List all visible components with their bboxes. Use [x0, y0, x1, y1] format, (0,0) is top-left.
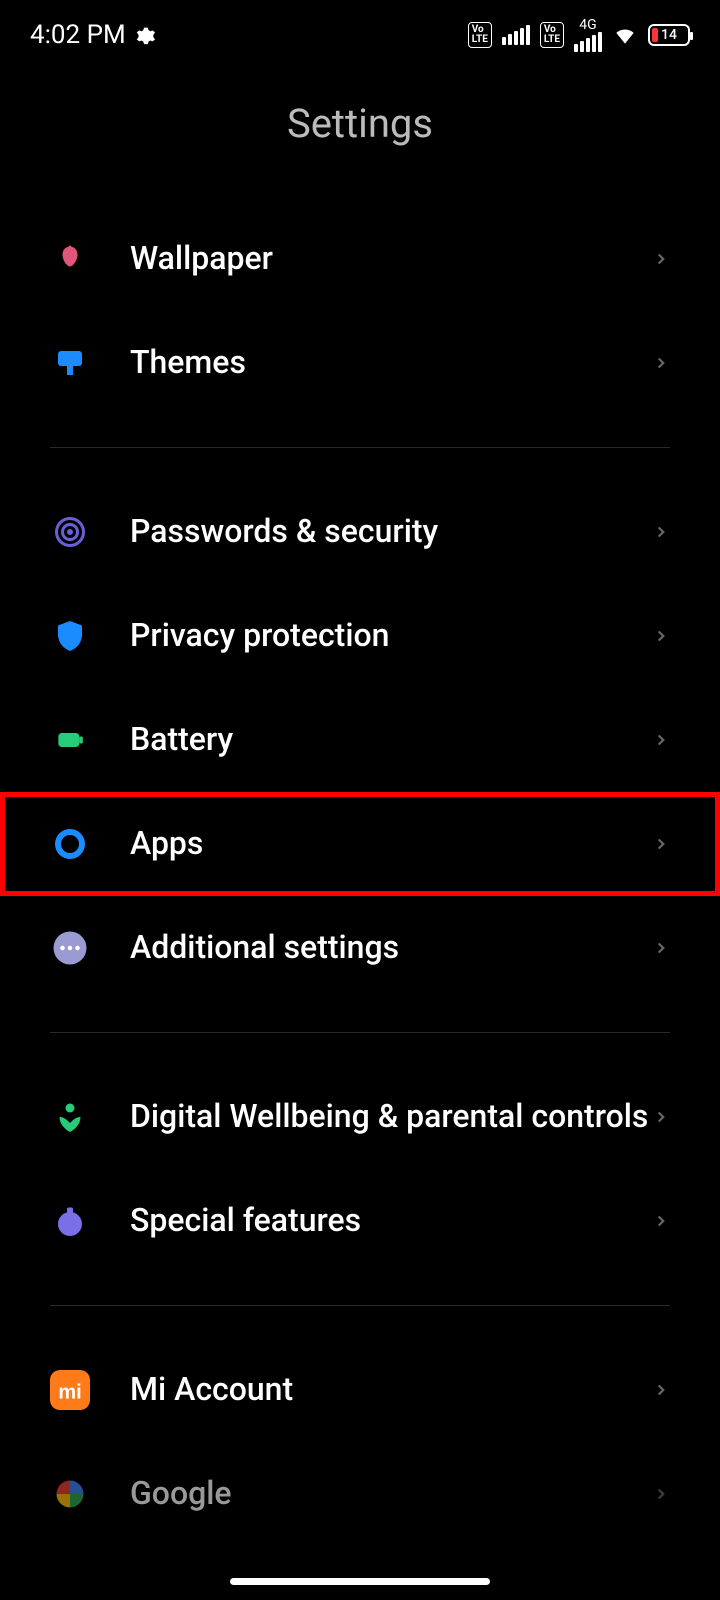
svg-text:mi: mi	[58, 1381, 81, 1403]
status-bar: 4:02 PM VoLTE VoLTE 4G 14	[0, 0, 720, 70]
item-label: Digital Wellbeing & parental controls	[130, 1096, 652, 1138]
item-label: Special features	[130, 1200, 652, 1242]
settings-item-additional[interactable]: Additional settings	[0, 896, 720, 1000]
settings-item-themes[interactable]: Themes	[0, 311, 720, 415]
settings-item-wellbeing[interactable]: Digital Wellbeing & parental controls	[0, 1065, 720, 1169]
gear-icon	[134, 24, 156, 46]
settings-item-google[interactable]: Google	[0, 1442, 720, 1546]
settings-item-apps[interactable]: Apps	[0, 792, 720, 896]
settings-list: Wallpaper Themes Passwords & security Pr…	[0, 207, 720, 1546]
item-label: Wallpaper	[130, 238, 652, 280]
wifi-icon	[612, 22, 638, 48]
signal-icon	[502, 25, 530, 45]
chevron-right-icon	[652, 835, 670, 853]
chevron-right-icon	[652, 939, 670, 957]
status-left: 4:02 PM	[30, 20, 156, 50]
apps-icon	[50, 824, 90, 864]
chevron-right-icon	[652, 1485, 670, 1503]
themes-icon	[50, 343, 90, 383]
status-right: VoLTE VoLTE 4G 14	[468, 18, 690, 52]
signal-icon-2	[574, 32, 602, 52]
volte-icon-2: VoLTE	[540, 22, 564, 48]
status-time: 4:02 PM	[30, 20, 126, 50]
shield-icon	[50, 616, 90, 656]
divider	[50, 447, 670, 448]
item-label: Battery	[130, 719, 652, 761]
battery-icon: 14	[648, 24, 690, 46]
chevron-right-icon	[652, 523, 670, 541]
item-label: Additional settings	[130, 927, 652, 969]
settings-item-passwords[interactable]: Passwords & security	[0, 480, 720, 584]
item-label: Mi Account	[130, 1369, 652, 1411]
chevron-right-icon	[652, 250, 670, 268]
chevron-right-icon	[652, 627, 670, 645]
chevron-right-icon	[652, 731, 670, 749]
settings-item-mi-account[interactable]: mi Mi Account	[0, 1338, 720, 1442]
divider	[50, 1305, 670, 1306]
network-label: 4G	[579, 18, 596, 32]
mi-icon: mi	[50, 1370, 90, 1410]
wallpaper-icon	[50, 239, 90, 279]
chevron-right-icon	[652, 1108, 670, 1126]
chevron-right-icon	[652, 1212, 670, 1230]
battery-percent: 14	[661, 27, 677, 43]
battery-small-icon	[50, 720, 90, 760]
dots-icon	[50, 928, 90, 968]
fingerprint-icon	[50, 512, 90, 552]
item-label: Privacy protection	[130, 615, 652, 657]
item-label: Themes	[130, 342, 652, 384]
settings-item-privacy[interactable]: Privacy protection	[0, 584, 720, 688]
home-indicator[interactable]	[230, 1578, 490, 1585]
settings-item-special[interactable]: Special features	[0, 1169, 720, 1273]
item-label: Google	[130, 1473, 652, 1515]
settings-item-battery[interactable]: Battery	[0, 688, 720, 792]
chevron-right-icon	[652, 354, 670, 372]
item-label: Apps	[130, 823, 652, 865]
volte-icon: VoLTE	[468, 22, 492, 48]
wellbeing-icon	[50, 1097, 90, 1137]
special-icon	[50, 1201, 90, 1241]
google-icon	[50, 1474, 90, 1514]
chevron-right-icon	[652, 1381, 670, 1399]
divider	[50, 1032, 670, 1033]
item-label: Passwords & security	[130, 511, 652, 553]
page-title: Settings	[0, 70, 720, 207]
settings-item-wallpaper[interactable]: Wallpaper	[0, 207, 720, 311]
